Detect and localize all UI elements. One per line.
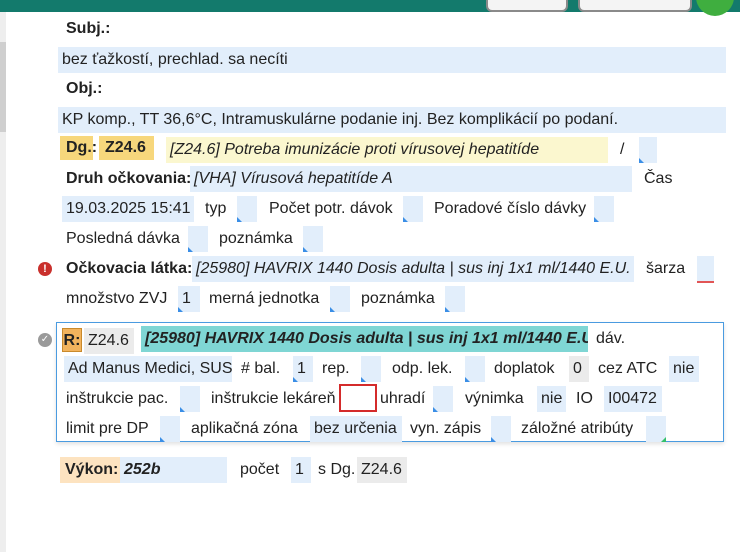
dg-label: Dg.: [60, 136, 97, 160]
odp-lek-label: odp. lek. [392, 360, 453, 377]
mnozstvo-label: množstvo ZVJ [66, 290, 168, 307]
uhradi-label: uhradí [380, 390, 426, 407]
instrukcie-lek-label: inštrukcie lekáreň [211, 390, 336, 407]
rep-label: rep. [322, 360, 350, 377]
header-button[interactable] [486, 0, 568, 12]
prescription-dg-code[interactable]: Z24.6 [84, 328, 134, 354]
aplikacna-field[interactable]: bez určenia [310, 416, 402, 442]
zalozne-label: záložné atribúty [521, 420, 634, 437]
poradove-field[interactable] [594, 196, 614, 222]
cez-atc-label: cez ATC [598, 360, 658, 377]
io-label: IO [576, 390, 593, 407]
odp-lek-field[interactable] [465, 356, 485, 382]
check-icon: ✓ [38, 333, 52, 347]
pocet-davok-label: Počet potr. dávok [269, 200, 393, 217]
poznamka-field-2[interactable] [445, 286, 465, 312]
subj-value: bez ťažkostí, prechlad. sa necíti [62, 51, 288, 68]
vynimka-field[interactable]: nie [537, 386, 566, 412]
vykon-pocet-label: počet [240, 461, 280, 478]
sarza-error-underline [697, 281, 714, 283]
bal-field[interactable]: 1 [293, 356, 313, 382]
doplatok-label: doplatok [494, 360, 555, 377]
vyn-zapis-label: vyn. zápis [410, 420, 482, 437]
druh-value[interactable]: [VHA] Vírusová hepatitíde A [190, 166, 632, 192]
poznamka-field[interactable] [303, 226, 323, 252]
error-icon: ! [38, 262, 52, 276]
limit-field[interactable] [160, 416, 180, 442]
manufacturer-field[interactable]: Ad Manus Medici, SUS [64, 356, 232, 382]
rep-field[interactable] [361, 356, 381, 382]
doplatok-field[interactable]: 0 [569, 356, 589, 382]
typ-label: typ [205, 200, 227, 217]
typ-field[interactable] [237, 196, 257, 222]
pocet-davok-field[interactable] [403, 196, 423, 222]
sdg-field[interactable]: Z24.6 [357, 457, 407, 483]
uhradi-field[interactable] [433, 386, 453, 412]
instrukcie-pac-field[interactable] [180, 386, 200, 412]
bal-label: # bal. [241, 360, 281, 377]
dg-code[interactable]: Z24.6 [99, 136, 154, 160]
limit-label: limit pre DP [66, 420, 149, 437]
date-field[interactable]: 19.03.2025 15:41 [62, 196, 194, 222]
obj-label: Obj.: [66, 80, 103, 97]
poznamka-label: poznámka [219, 230, 293, 247]
instrukcie-pac-label: inštrukcie pac. [66, 390, 169, 407]
cez-atc-field[interactable]: nie [669, 356, 699, 382]
header-button[interactable] [578, 0, 692, 12]
vykon-pocet-field[interactable]: 1 [291, 457, 311, 483]
cas-label: Čas [644, 170, 673, 187]
vykon-value[interactable]: 252b [120, 457, 227, 483]
merna-label: merná jednotka [209, 290, 320, 307]
scrollbar-thumb[interactable] [0, 42, 6, 132]
aplikacna-label: aplikačná zóna [191, 420, 298, 437]
sdg-label: s Dg. [318, 461, 356, 478]
prescription-tag: R: [62, 328, 82, 352]
posledna-label: Posledná dávka [66, 230, 180, 247]
obj-value: KP komp., TT 36,6°C, Intramuskulárne pod… [62, 111, 619, 128]
dg-secondary-field[interactable] [639, 137, 657, 163]
user-avatar[interactable] [696, 0, 734, 16]
zalozne-field[interactable] [646, 416, 666, 442]
io-field[interactable]: I00472 [604, 386, 662, 412]
merna-field[interactable] [330, 286, 350, 312]
dav-label: dáv. [596, 330, 626, 347]
poradove-label: Poradové číslo dávky [434, 200, 587, 217]
sarza-field[interactable] [697, 256, 714, 282]
dg-text[interactable]: [Z24.6] Potreba imunizácie proti vírusov… [166, 137, 608, 163]
dg-slash: / [620, 141, 625, 158]
druh-label: Druh očkovania: [66, 170, 192, 187]
instrukcie-lek-field[interactable] [339, 384, 377, 412]
scrollbar-track[interactable] [0, 12, 6, 552]
latka-label: Očkovacia látka: [66, 260, 193, 277]
poznamka-label-2: poznámka [361, 290, 435, 307]
posledna-field[interactable] [188, 226, 208, 252]
prescription-drug[interactable]: [25980] HAVRIX 1440 Dosis adulta | sus i… [141, 326, 588, 352]
vynimka-label: výnimka [465, 390, 524, 407]
mnozstvo-field[interactable]: 1 [178, 286, 200, 312]
vyn-zapis-field[interactable] [491, 416, 511, 442]
sarza-label: šarza [646, 260, 686, 277]
vykon-label: Výkon: [60, 457, 124, 483]
latka-value[interactable]: [25980] HAVRIX 1440 Dosis adulta | sus i… [192, 256, 634, 282]
subj-label: Subj.: [66, 20, 111, 37]
